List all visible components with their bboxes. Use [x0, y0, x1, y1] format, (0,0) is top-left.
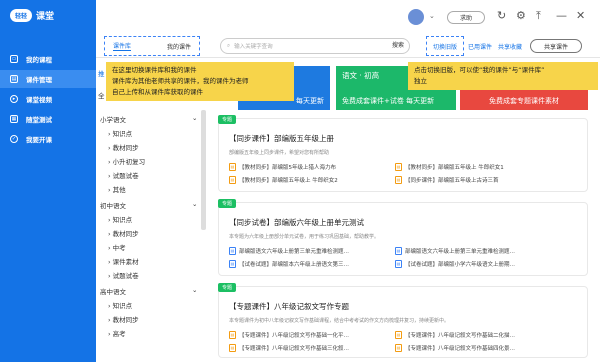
refresh-icon[interactable]: ↻ — [497, 9, 506, 22]
courseware-item[interactable]: ▤ 【专题课件】八年级记叙文写作基础三化叙… — [229, 344, 349, 352]
tree-item[interactable]: › 其他 — [108, 184, 126, 194]
used-courseware-link[interactable]: 已用课件 — [468, 42, 492, 51]
chevron-down-icon[interactable]: ⌄ — [192, 286, 197, 294]
shared-favorites-link[interactable]: 共享收藏 — [498, 42, 522, 51]
grid-icon: ▦ — [10, 115, 18, 123]
topic-card-2[interactable]: 专题 【同步试卷】部编版六年级上册单元测试 本专题为六年级上册部分单元试卷，用于… — [218, 199, 588, 276]
document-icon: ▤ — [395, 260, 402, 268]
share-courseware-button[interactable]: 共享课件 — [530, 39, 582, 53]
avatar[interactable] — [408, 9, 424, 25]
recommend-label: 推 — [98, 70, 105, 78]
card-title: 【同步课件】部编版五年级上册 — [229, 134, 334, 143]
tree-item[interactable]: › 教材同步 — [108, 314, 139, 324]
courseware-item[interactable]: ▤ 【专题课件】八年级记叙文写作基础一化平… — [229, 331, 349, 339]
tree-item[interactable]: › 课件素材 — [108, 256, 139, 266]
courseware-item[interactable]: ▤ 【教材同步】部编版五年级上 牛郎织女1 — [395, 163, 504, 171]
topic-card-1[interactable]: 专题 【同步课件】部编版五年级上册 部编版五年级上同步课件，希望对您有所帮助 ▤… — [218, 115, 588, 192]
upload-icon[interactable]: ⤒ — [536, 9, 541, 23]
tab-library[interactable]: 课件库 — [113, 41, 132, 51]
document-icon: ▤ — [395, 344, 402, 352]
document-icon: ▤ — [395, 247, 402, 255]
tree-item[interactable]: › 教材同步 — [108, 142, 139, 152]
category-tree: 小学语文 ⌄ › 知识点 › 教材同步 › 小升初复习 › 试题试卷 › 其他 … — [96, 108, 200, 362]
chevron-down-icon[interactable]: ⌄ — [192, 114, 197, 122]
folder-icon: ▤ — [10, 75, 18, 83]
tree-item[interactable]: › 试题试卷 — [108, 170, 139, 180]
card-subtitle: 部编版五年级上同步课件，希望对您有所帮助 — [229, 150, 330, 156]
courseware-item[interactable]: ▤ 部编版语文六年级上册第三单元重难检测题… — [395, 247, 515, 255]
document-icon: ▤ — [395, 331, 402, 339]
courseware-item[interactable]: ▤ 部编版语文六年级上册第三单元重难检测题… — [229, 247, 349, 255]
tree-item[interactable]: › 小升初复习 — [108, 156, 145, 166]
search-input[interactable]: ⌕ 输入关键字查询 — [220, 38, 410, 54]
logo-text: 课堂 — [36, 12, 55, 22]
document-icon: ▤ — [229, 331, 236, 339]
check-icon: ✓ — [10, 135, 18, 143]
app-logo[interactable]: 轻轻 课堂 — [10, 9, 54, 22]
tab-my-courseware[interactable]: 我的课件 — [167, 42, 191, 51]
card-title: 【专题课件】八年级记叙文写作专题 — [229, 302, 349, 311]
sidebar-item-tests[interactable]: ▦ 随堂测试 — [0, 110, 96, 128]
courseware-item[interactable]: ▤ 【试卷试题】部编版本六年级上册语文第三… — [229, 260, 349, 268]
tooltip-tab-switch: 在这里切换课件库和我的课件 课件库为其他老师共享的课件，我的课件为老师 自己上传… — [106, 62, 294, 101]
sidebar-item-videos[interactable]: ▸ 课堂视频 — [0, 90, 96, 108]
document-icon: ▤ — [229, 247, 236, 255]
courseware-item[interactable]: ▤ 【专题课件】八年级记叙文写作基础四化景… — [395, 344, 515, 352]
play-icon: ▸ — [10, 95, 18, 103]
tree-group-junior[interactable]: 初中语文 — [100, 200, 126, 210]
sidebar-item-courseware[interactable]: ▤ 课件管理 — [0, 70, 96, 88]
tooltip-switch-old: 点击切换旧版，可以使“我的课件”与“课件库” 独立 — [408, 62, 598, 90]
courseware-item[interactable]: ▤ 【教材同步】部编版五年级上 牛郎织女2 — [229, 176, 338, 184]
card-title: 【同步试卷】部编版六年级上册单元测试 — [229, 218, 364, 227]
settings-icon[interactable]: ⚙ — [516, 9, 526, 22]
search-button[interactable]: 搜索 — [392, 40, 404, 49]
tree-item[interactable]: › 中考 — [108, 242, 126, 252]
document-icon: ▤ — [229, 344, 236, 352]
tree-item[interactable]: › 知识点 — [108, 300, 132, 310]
switch-old-version-link[interactable]: 切换旧版 — [426, 36, 464, 56]
document-icon: ▤ — [229, 163, 236, 171]
close-icon[interactable]: ✕ — [576, 9, 585, 22]
sidebar-item-my-courses[interactable]: ▭ 我的课程 — [0, 50, 96, 68]
topic-tag: 专题 — [218, 283, 237, 292]
tree-scrollbar[interactable] — [201, 110, 206, 230]
tree-item[interactable]: › 高考 — [108, 328, 126, 338]
tree-item[interactable]: › 教材同步 — [108, 228, 139, 238]
tab-switcher: 课件库 我的课件 — [104, 36, 200, 56]
all-label: 全 — [98, 92, 105, 100]
topic-tag: 专题 — [218, 199, 237, 208]
tree-item[interactable]: › 知识点 — [108, 128, 132, 138]
tree-item[interactable]: › 知识点 — [108, 214, 132, 224]
sidebar-item-start-class[interactable]: ✓ 我要开课 — [0, 130, 96, 148]
courseware-item[interactable]: ▤ 【试卷试题】部编版小学六年级语文上册期… — [395, 260, 515, 268]
chevron-down-icon[interactable]: ⌄ — [192, 200, 197, 208]
document-icon: ▤ — [395, 163, 402, 171]
monitor-icon: ▭ — [10, 55, 18, 63]
courseware-item[interactable]: ▤ 【专题课件】八年级记叙文写作基础二化描… — [395, 331, 515, 339]
help-button[interactable]: 求助 — [447, 11, 485, 24]
courseware-item[interactable]: ▤ 【同步课件】部编版五年级上古诗三首 — [395, 176, 499, 184]
document-icon: ▤ — [229, 260, 236, 268]
topic-tag: 专题 — [218, 115, 237, 124]
minimize-icon[interactable]: — — [556, 9, 567, 22]
document-icon: ▤ — [395, 176, 402, 184]
card-subtitle: 本专题为六年级上册部分单元试卷，用于练习巩固基础，帮助教学。 — [229, 234, 380, 240]
logo-badge: 轻轻 — [10, 9, 32, 22]
document-icon: ▤ — [229, 176, 236, 184]
search-icon: ⌕ — [227, 42, 231, 49]
tree-group-senior[interactable]: 高中语文 — [100, 286, 126, 296]
tree-item[interactable]: › 试题试卷 — [108, 270, 139, 280]
tree-group-primary[interactable]: 小学语文 — [100, 114, 126, 124]
topic-card-3[interactable]: 专题 【专题课件】八年级记叙文写作专题 本专题课件为初中八年级记叙文写作基础课程… — [218, 283, 588, 358]
courseware-item[interactable]: ▤ 【教材同步】部编版5年级上猎人海力布 — [229, 163, 336, 171]
card-subtitle: 本专题课件为初中八年级记叙文写作基础课程，结合中考考试的作文方向梳理并复习，持续… — [229, 318, 450, 324]
chevron-down-icon[interactable]: ⌄ — [429, 12, 435, 20]
